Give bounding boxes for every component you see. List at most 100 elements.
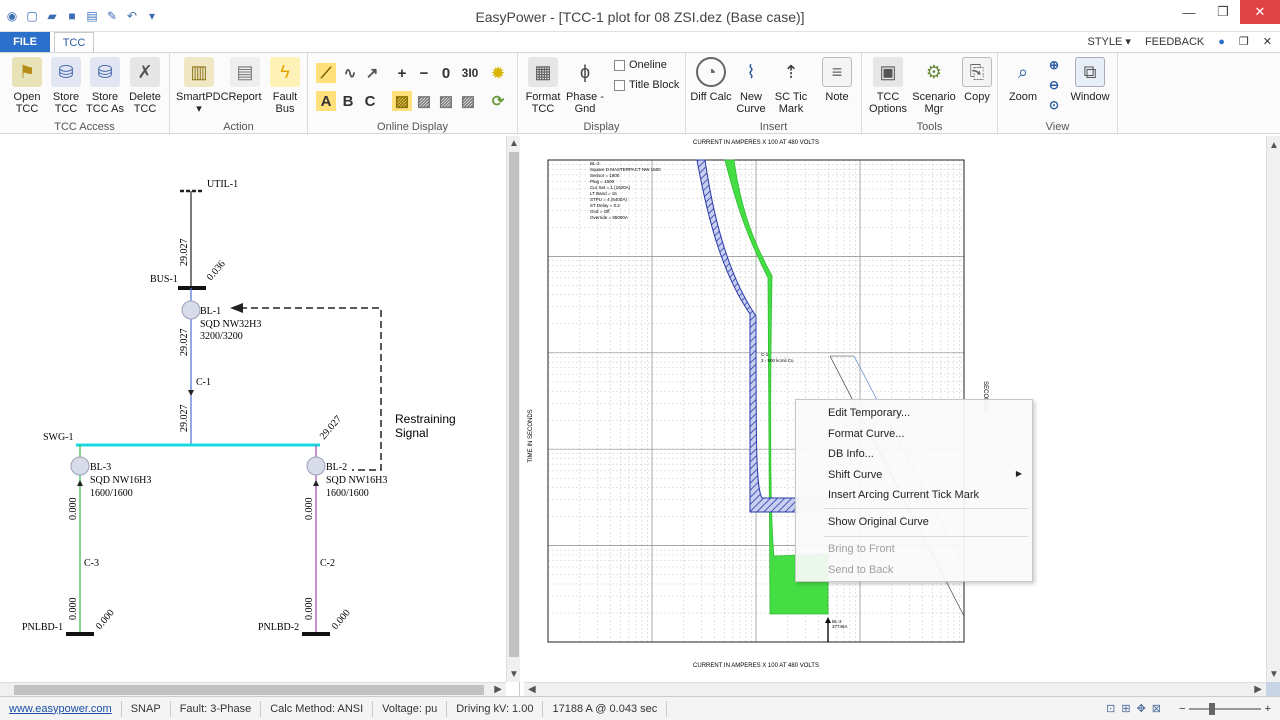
tcc-horizontal-scrollbar[interactable]: ◀ ▶ [524, 682, 1266, 696]
sun-icon[interactable]: ✹ [488, 63, 508, 83]
legend-line: Gnd = Off [590, 209, 610, 214]
snap-indicator[interactable]: SNAP [122, 700, 171, 717]
open-tcc-button[interactable]: ⚑ Open TCC [6, 57, 48, 115]
window-button[interactable]: ⧉ Window [1068, 57, 1112, 103]
phase-a-button[interactable]: A [316, 91, 336, 111]
tab-file[interactable]: FILE [0, 32, 50, 52]
store-tcc-as-button[interactable]: ⛁ Store TCC As [84, 57, 126, 115]
note-button[interactable]: ≡ Note [816, 57, 858, 103]
hatch-3-icon[interactable]: ▨ [458, 91, 478, 111]
diff-calc-button[interactable]: ◔ Diff Calc [690, 57, 732, 103]
delete-tcc-button[interactable]: ✗ Delete TCC [124, 57, 166, 115]
curve-wave-icon[interactable]: ∿ [340, 63, 360, 83]
plus-icon[interactable]: + [392, 63, 412, 83]
fault-bus-button[interactable]: ϟ Fault Bus [264, 57, 306, 115]
c-1-label: C-1 [196, 377, 211, 388]
scroll-right-icon[interactable]: ▶ [494, 684, 502, 695]
tcc-vertical-scrollbar[interactable]: ▲ ▼ [1266, 136, 1280, 682]
scroll-up-icon[interactable]: ▲ [509, 138, 519, 149]
top-axis-title: CURRENT IN AMPERES X 100 AT 480 VOLTS [693, 140, 819, 146]
breaker-bl-1[interactable] [181, 300, 201, 320]
help-icon[interactable]: ● [1218, 36, 1225, 48]
menu-insert-arcing-tick[interactable]: Insert Arcing Current Tick Mark [828, 489, 979, 501]
store-tcc-button[interactable]: ⛁ Store TCC [45, 57, 87, 115]
three-i0-button[interactable]: 3I0 [458, 63, 482, 83]
scroll-right-icon[interactable]: ▶ [1254, 684, 1262, 695]
tcc-options-button[interactable]: ▣ TCC Options [866, 57, 910, 115]
minus-icon[interactable]: − [414, 63, 434, 83]
oneline-checkbox[interactable]: Oneline [614, 59, 667, 71]
oneline-pane[interactable]: UTIL-1 29.027 0.036 BUS-1 BL-1 SQD NW32H… [0, 136, 520, 696]
sc-tic-mark-button[interactable]: ⇡ SC Tic Mark [770, 57, 812, 115]
curve-style-icon[interactable]: ⟋ [316, 63, 336, 83]
zoom-slider[interactable]: − + [1170, 701, 1280, 717]
hatch-1-icon[interactable]: ▨ [414, 91, 434, 111]
title-block-checkbox[interactable]: Title Block [614, 79, 679, 91]
menu-shift-curve[interactable]: Shift Curve [828, 469, 882, 481]
phase-c-button[interactable]: C [360, 91, 380, 111]
zoom-fit-icon[interactable]: ⊙ [1044, 95, 1064, 115]
restore-button[interactable]: ❐ [1206, 0, 1240, 24]
scroll-thumb[interactable] [509, 152, 519, 657]
zoom-in-icon[interactable]: ⊕ [1044, 55, 1064, 75]
breaker-bl-2[interactable] [306, 456, 326, 476]
window-close-icon[interactable]: ✕ [1263, 35, 1272, 48]
new-curve-label: New Curve [736, 91, 766, 115]
oneline-checkbox-box[interactable] [614, 59, 625, 71]
phase-gnd-button[interactable]: ϕ Phase - Gnd [564, 57, 606, 115]
report-button[interactable]: ▤ Report [224, 57, 266, 103]
tab-tcc[interactable]: TCC [54, 32, 94, 52]
hatch-2-icon[interactable]: ▨ [436, 91, 456, 111]
pan-icon[interactable]: ✥ [1137, 702, 1146, 715]
curve-context-menu: Edit Temporary... Format Curve... DB Inf… [795, 399, 1033, 582]
oneline-diagram[interactable]: UTIL-1 29.027 0.036 BUS-1 BL-1 SQD NW32H… [0, 136, 506, 682]
zero-button[interactable]: 0 [436, 63, 456, 83]
feedback-link[interactable]: FEEDBACK [1145, 36, 1204, 48]
zoom-slider-track[interactable] [1189, 702, 1261, 715]
menu-format-curve[interactable]: Format Curve... [828, 428, 904, 440]
zoom-slider-thumb[interactable] [1209, 702, 1216, 715]
minimize-button[interactable]: — [1172, 0, 1206, 24]
smartpdc-button[interactable]: ▥ SmartPDC ▾ [176, 57, 229, 115]
delete-tcc-label: Delete TCC [129, 91, 161, 115]
breaker-bl-3[interactable] [70, 456, 90, 476]
flow-value: 0.000 [330, 608, 353, 632]
menu-show-original-curve[interactable]: Show Original Curve [828, 516, 929, 528]
website-link[interactable]: www.easypower.com [0, 700, 122, 717]
menu-db-info[interactable]: DB Info... [828, 448, 874, 460]
scroll-down-icon[interactable]: ▼ [1269, 669, 1279, 680]
close-button[interactable]: ✕ [1240, 0, 1280, 24]
left-horizontal-scrollbar[interactable]: ▶ [0, 682, 506, 696]
scroll-down-icon[interactable]: ▼ [509, 669, 519, 680]
zoom-out-icon[interactable]: − [1179, 703, 1185, 715]
left-vertical-scrollbar[interactable]: ▲ ▼ [506, 136, 520, 682]
format-tcc-button[interactable]: ▦ Format TCC [522, 57, 564, 115]
style-menu[interactable]: STYLE ▾ [1088, 35, 1131, 48]
window-restore-icon[interactable]: ❐ [1239, 35, 1249, 48]
flow-arrow-icon [313, 480, 319, 486]
zoom-button[interactable]: ⌕ Zoom [1002, 57, 1044, 103]
hatch-all-icon[interactable]: ▨ [392, 91, 412, 111]
report-icon: ▤ [230, 57, 260, 87]
scenario-mgr-button[interactable]: ⚙ Scenario Mgr [912, 57, 956, 115]
zoom-extents-icon[interactable]: ⊞ [1121, 702, 1130, 715]
menu-edit-temporary[interactable]: Edit Temporary... [828, 407, 910, 419]
scroll-thumb[interactable] [14, 685, 484, 695]
tic-mark-icon: ⇡ [783, 62, 799, 82]
refresh-icon[interactable]: ⟳ [488, 91, 508, 111]
new-curve-button[interactable]: ⌇ New Curve [730, 57, 772, 115]
zoom-in-icon[interactable]: + [1265, 703, 1271, 715]
group-insert: ◔ Diff Calc ⌇ New Curve ⇡ SC Tic Mark ≡ Note… [686, 53, 862, 135]
c-3-label: C-3 [84, 558, 99, 569]
scroll-thumb[interactable] [1269, 156, 1279, 662]
copy-button[interactable]: ⎘ Copy [956, 57, 998, 103]
store-tcc-as-icon: ⛁ [90, 57, 120, 87]
curve-arrow-icon[interactable]: ↗ [362, 63, 382, 83]
scroll-left-icon[interactable]: ◀ [528, 684, 536, 695]
title-block-checkbox-box[interactable] [614, 79, 625, 91]
zoom-window-icon[interactable]: ⊡ [1106, 702, 1115, 715]
scroll-up-icon[interactable]: ▲ [1269, 140, 1279, 151]
zoom-out-icon[interactable]: ⊖ [1044, 75, 1064, 95]
zoom-select-icon[interactable]: ⊠ [1152, 702, 1161, 715]
phase-b-button[interactable]: B [338, 91, 358, 111]
